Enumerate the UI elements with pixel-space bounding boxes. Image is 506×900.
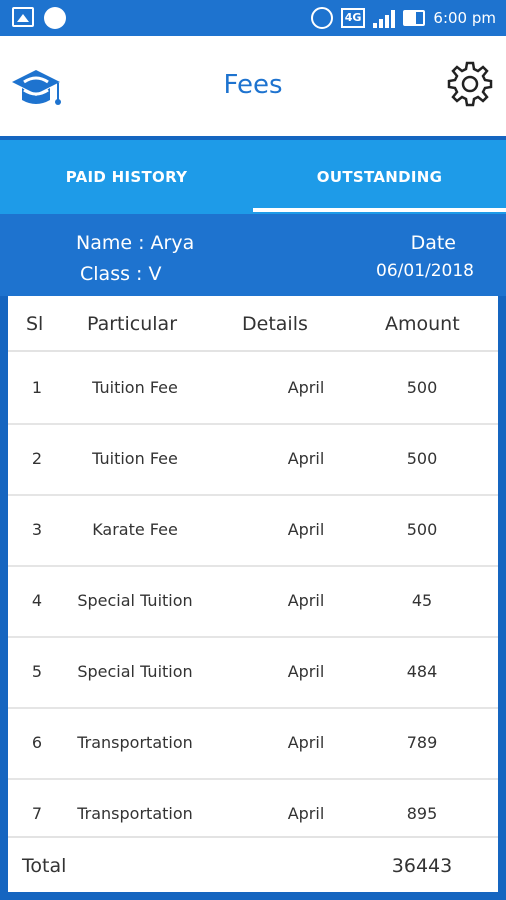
page-title: Fees [223, 70, 283, 100]
table-row: 4 Special Tuition April 45 [8, 567, 498, 638]
tab-indicator [253, 208, 506, 212]
fees-table: Sl Particular Details Amount 1 Tuition F… [8, 296, 498, 892]
cell-details: April [287, 591, 325, 610]
cell-sl: 2 [31, 449, 43, 468]
table-header: Sl Particular Details Amount [8, 296, 498, 352]
signal-icon [373, 8, 396, 28]
tab-paid-history[interactable]: PAID HISTORY [0, 140, 253, 214]
cell-amount: 45 [411, 591, 433, 610]
cell-particular: Karate Fee [92, 520, 178, 539]
app-bar: Fees [0, 36, 506, 136]
network-type: 4G [340, 8, 366, 28]
image-icon [12, 7, 34, 27]
cell-particular: Special Tuition [77, 662, 193, 681]
battery-icon [403, 10, 426, 26]
cell-sl: 3 [31, 520, 43, 539]
date-label: Date [410, 232, 456, 254]
status-time: 6:00 pm [433, 9, 496, 27]
cell-particular: Tuition Fee [92, 378, 178, 397]
cell-details: April [287, 662, 325, 681]
cell-details: April [287, 804, 325, 823]
cell-sl: 1 [31, 378, 43, 397]
cell-details: April [287, 449, 325, 468]
table-row: 6 Transportation April 789 [8, 709, 498, 780]
student-class: Class : V [80, 263, 162, 285]
cell-particular: Tuition Fee [92, 449, 178, 468]
cell-amount: 789 [406, 733, 438, 752]
total-row: Total 36443 [8, 836, 498, 892]
cell-amount: 500 [406, 449, 438, 468]
cell-sl: 4 [31, 591, 43, 610]
cell-details: April [287, 378, 325, 397]
cell-details: April [287, 520, 325, 539]
table-row: 5 Special Tuition April 484 [8, 638, 498, 709]
cell-details: April [287, 733, 325, 752]
total-label: Total [22, 855, 67, 877]
cell-sl: 7 [31, 804, 43, 823]
gear-icon[interactable] [446, 60, 494, 108]
alarm-icon [310, 7, 333, 29]
cell-sl: 5 [31, 662, 43, 681]
cell-particular: Special Tuition [77, 591, 193, 610]
date-value: 06/01/2018 [376, 261, 474, 281]
cell-amount: 484 [406, 662, 438, 681]
header-particular: Particular [87, 313, 178, 335]
total-value: 36443 [391, 855, 453, 877]
table-row: 2 Tuition Fee April 500 [8, 425, 498, 496]
cell-amount: 500 [406, 520, 438, 539]
student-info: Name : Arya Class : V Date 06/01/2018 [0, 214, 506, 296]
cell-amount: 500 [406, 378, 438, 397]
header-sl: Sl [26, 313, 44, 335]
header-details: Details [242, 313, 308, 335]
cell-amount: 895 [406, 804, 438, 823]
cell-sl: 6 [31, 733, 43, 752]
tab-bar: PAID HISTORY OUTSTANDING [0, 140, 506, 214]
phone-icon [44, 7, 66, 29]
table-row: 3 Karate Fee April 500 [8, 496, 498, 567]
tab-outstanding[interactable]: OUTSTANDING [253, 140, 506, 214]
table-row: 1 Tuition Fee April 500 [8, 354, 498, 425]
cell-particular: Transportation [77, 804, 193, 823]
student-name: Name : Arya [76, 232, 195, 254]
header-amount: Amount [385, 313, 460, 335]
status-bar: 4G 6:00 pm [0, 0, 506, 36]
cell-particular: Transportation [77, 733, 193, 752]
